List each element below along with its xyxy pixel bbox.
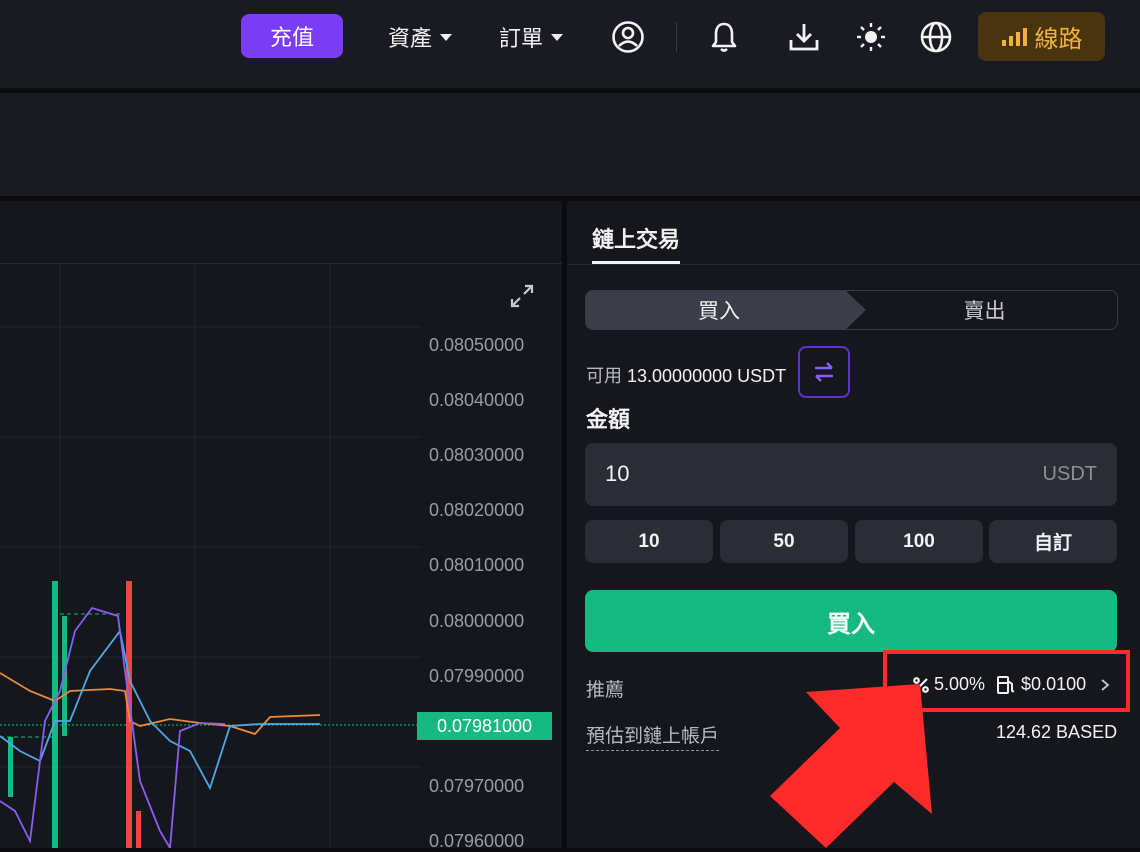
user-account-icon[interactable] [611,20,645,54]
chevron-down-icon [440,33,453,41]
route-selector-button[interactable]: 線路 [978,12,1105,61]
buy-button[interactable]: 買入 [585,590,1117,652]
annotation-arrow-icon [770,684,932,848]
ma-line-purple [0,606,226,848]
price-axis-tick: 0.08020000 [429,500,525,520]
amount-value[interactable]: 10 [605,461,629,487]
bell-icon[interactable] [708,20,740,54]
buy-sell-toggle: 買入 賣出 [585,290,1118,330]
ma-line-blue [0,628,320,791]
swap-arrows-icon [815,362,833,382]
price-axis-tick: 0.08000000 [429,611,525,631]
quick-amount-100[interactable]: 100 [855,520,983,563]
candle-red [136,811,141,848]
download-icon[interactable] [787,20,821,54]
buy-tab-label[interactable]: 買入 [586,291,852,329]
assets-dropdown[interactable]: 資產 [388,22,453,52]
orders-label: 訂單 [499,26,544,51]
quick-amount-50[interactable]: 50 [720,520,848,563]
recommend-label: 推薦 [586,680,625,701]
price-axis-tick: 0.07970000 [429,776,525,796]
available-prefix: 可用 [586,366,622,386]
price-axis-tick: 0.07990000 [429,666,525,686]
price-axis-tick: 0.08010000 [429,555,525,575]
swap-currency-button[interactable] [798,346,850,398]
quick-amount-custom[interactable]: 自訂 [989,520,1117,563]
tab-onchain-trade[interactable]: 鏈上交易 [592,222,680,254]
chevron-down-icon [551,33,564,41]
top-navigation-bar [0,0,1140,88]
amount-unit: USDT [1042,463,1097,485]
sell-tab-label[interactable]: 賣出 [852,291,1117,329]
info-band [0,93,1140,196]
available-value: 13.00000000 USDT [627,366,787,386]
deposit-button[interactable]: 充值 [241,14,343,58]
price-axis-tick: 0.08040000 [429,390,525,410]
price-axis-tick: 0.08030000 [429,445,525,465]
price-axis-tick: 0.07960000 [429,831,525,851]
available-balance: 可用 13.00000000 USDT [586,362,786,388]
price-axis-tick: 0.08050000 [429,335,525,355]
candlestick-chart[interactable] [0,201,562,848]
orders-dropdown[interactable]: 訂單 [499,22,564,52]
expand-chart-icon[interactable] [508,282,536,310]
estimate-label[interactable]: 預估到鏈上帳戶 [586,721,720,751]
current-price-badge: 0.07981000 [417,712,552,740]
amount-label: 金額 [586,407,631,432]
estimate-value: 124.62 BASED [996,722,1118,742]
quick-amount-10[interactable]: 10 [585,520,713,563]
price-chart-panel[interactable] [0,201,562,848]
language-globe-icon[interactable] [919,20,953,54]
header-divider [676,22,677,52]
tab-divider [567,264,1140,265]
theme-toggle-icon[interactable] [855,20,887,54]
signal-bars-icon [1001,27,1027,46]
route-label: 線路 [1034,26,1083,53]
assets-label: 資產 [388,26,433,51]
amount-input[interactable]: 10 USDT [585,443,1117,506]
candle-green [52,581,58,848]
